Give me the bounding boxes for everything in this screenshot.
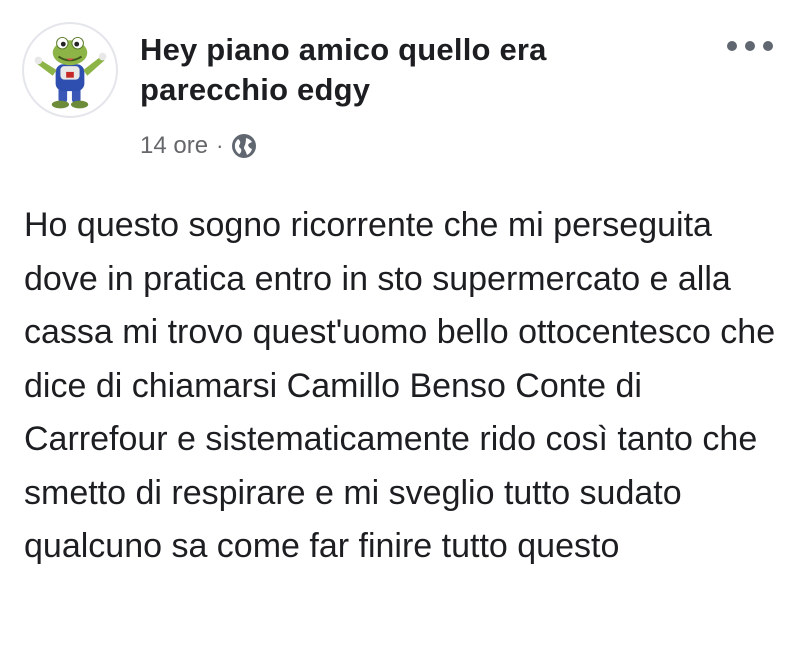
post-timestamp[interactable]: 14 ore [140, 132, 208, 160]
author-name[interactable]: Hey piano amico quello era parecchio edg… [140, 30, 660, 110]
post-body-text: Ho questo sogno ricorrente che mi perseg… [24, 206, 776, 565]
facebook-post: Hey piano amico quello era parecchio edg… [0, 0, 800, 670]
globe-icon[interactable] [231, 133, 257, 159]
post-meta: 14 ore · [140, 128, 257, 164]
more-options-button[interactable] [720, 32, 780, 60]
more-options-icon [727, 41, 773, 51]
profile-avatar[interactable] [22, 22, 118, 118]
meta-separator: · [216, 133, 224, 158]
frog-avatar-icon [34, 36, 107, 109]
